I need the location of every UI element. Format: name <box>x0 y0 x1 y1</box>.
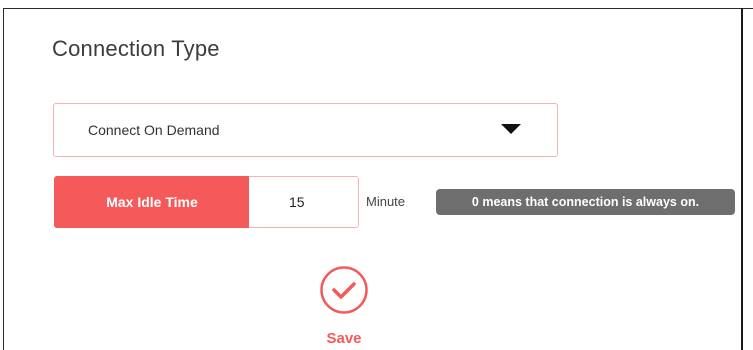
max-idle-time-label: Max Idle Time <box>54 176 250 228</box>
idle-hint-text: 0 means that connection is always on. <box>471 195 700 209</box>
save-button[interactable]: Save <box>318 264 378 350</box>
connection-type-value: Connect On Demand <box>88 122 220 138</box>
panel-divider <box>741 8 743 350</box>
idle-hint-tooltip: 0 means that connection is always on. <box>436 189 735 215</box>
unit-label: Minute <box>366 194 406 209</box>
dropdown-arrow-icon <box>501 124 521 134</box>
save-label: Save <box>326 330 362 347</box>
max-idle-time-input[interactable] <box>249 176 359 228</box>
max-idle-time-label-text: Max Idle Time <box>106 194 198 210</box>
check-circle-icon <box>320 266 368 314</box>
connection-type-select[interactable]: Connect On Demand <box>53 103 558 157</box>
section-title: Connection Type <box>52 36 220 61</box>
